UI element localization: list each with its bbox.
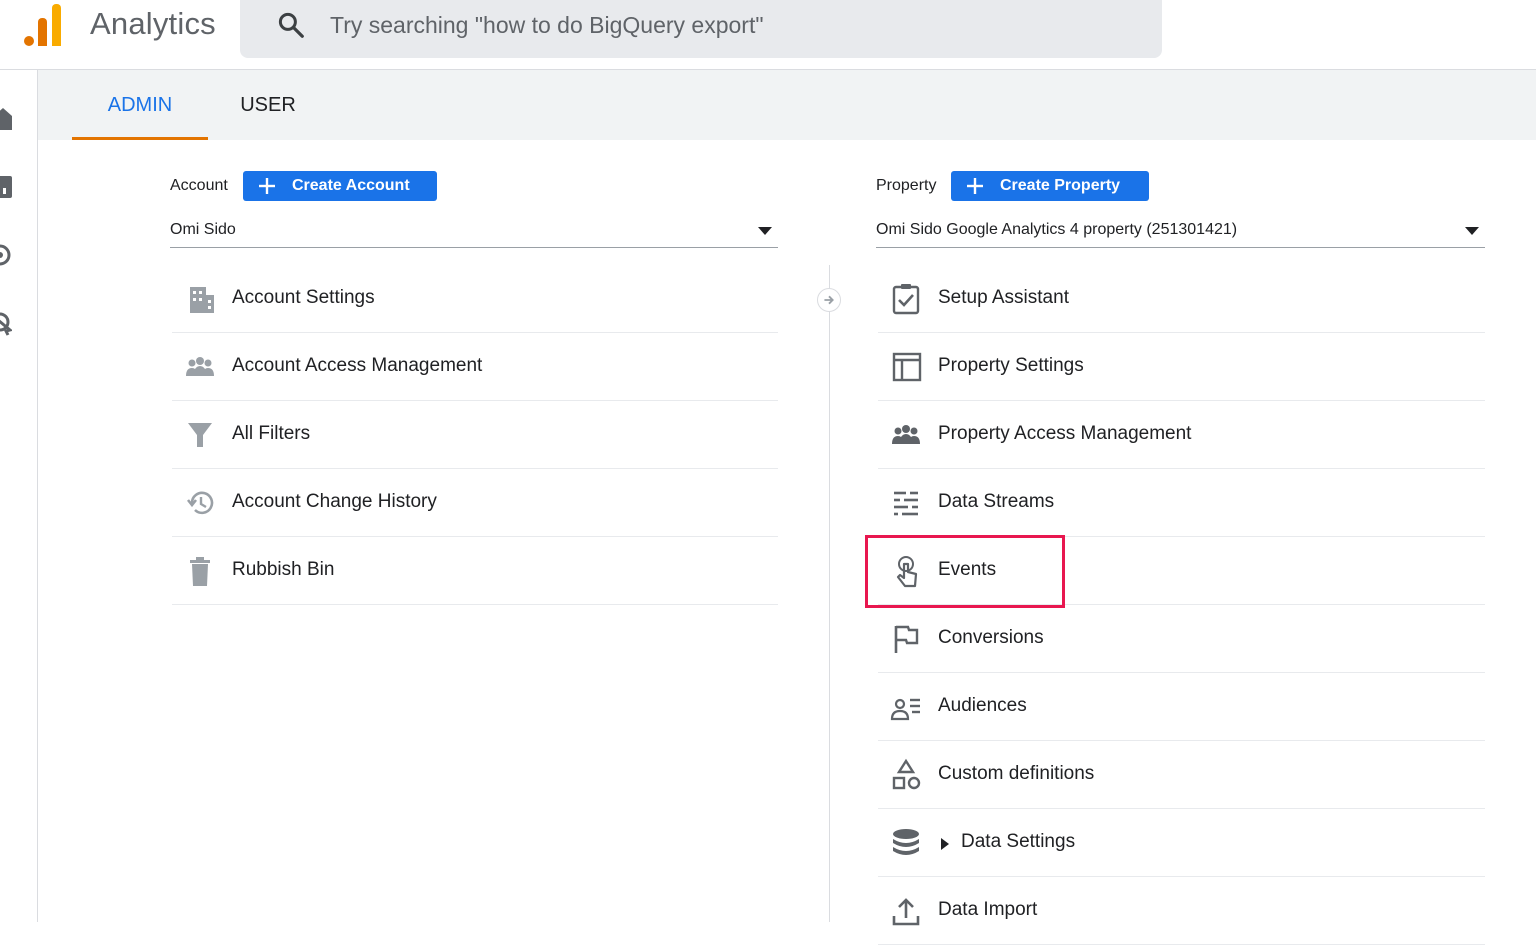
menu-item-label: Audiences [938, 695, 1027, 716]
dropdown-caret-icon [1465, 227, 1479, 235]
reports-icon[interactable] [0, 174, 12, 200]
admin-content: Account Create Account Omi Sido Account … [72, 140, 1536, 945]
checklist-icon [892, 284, 920, 315]
property-selected-value: Omi Sido Google Analytics 4 property (25… [876, 221, 1238, 238]
history-icon [186, 491, 214, 515]
app-title: Analytics [90, 6, 216, 41]
top-bar: Analytics [0, 0, 1536, 70]
touch-icon [896, 556, 918, 588]
create-property-button[interactable]: Create Property [951, 171, 1149, 201]
analytics-logo-icon[interactable] [24, 4, 64, 46]
tab-user[interactable]: USER [228, 70, 308, 140]
building-icon [190, 287, 214, 313]
menu-item-label: Events [938, 559, 997, 580]
menu-item-label: Data Streams [938, 491, 1055, 512]
menu-item-label: Rubbish Bin [232, 559, 335, 580]
people-icon [186, 357, 214, 376]
admin-tabs: ADMIN USER [38, 70, 1536, 140]
menu-item-label: All Filters [232, 423, 311, 444]
custom-definitions-item[interactable]: Custom definitions [878, 741, 1485, 809]
expand-arrow-icon[interactable] [941, 838, 949, 850]
column-divider [829, 265, 830, 922]
advertising-icon[interactable] [0, 310, 12, 336]
menu-item-label: Property Settings [938, 355, 1084, 376]
property-label: Property [876, 177, 937, 194]
plus-icon [967, 178, 983, 194]
menu-item-label: Data Settings [961, 831, 1076, 852]
search-input[interactable] [330, 8, 1130, 42]
property-access-management-item[interactable]: Property Access Management [878, 401, 1485, 469]
left-nav [0, 70, 38, 922]
account-menu: Account Settings Account Access Manageme… [172, 265, 778, 605]
search-icon[interactable] [276, 10, 306, 40]
create-account-button[interactable]: Create Account [243, 171, 437, 201]
menu-item-label: Conversions [938, 627, 1044, 648]
dropdown-caret-icon [758, 227, 772, 235]
audiences-item[interactable]: Audiences [878, 673, 1485, 741]
data-import-item[interactable]: Data Import [878, 877, 1485, 945]
conversions-item[interactable]: Conversions [878, 605, 1485, 673]
plus-icon [259, 178, 275, 194]
window-icon [892, 352, 922, 382]
menu-item-label: Setup Assistant [938, 287, 1069, 308]
trash-icon [190, 557, 210, 586]
rubbish-bin-item[interactable]: Rubbish Bin [172, 537, 778, 605]
search-bar[interactable] [240, 0, 1162, 58]
setup-assistant-item[interactable]: Setup Assistant [878, 265, 1485, 333]
all-filters-item[interactable]: All Filters [172, 401, 778, 469]
property-menu: Setup Assistant Property Settings Proper… [878, 265, 1485, 945]
explore-icon[interactable] [0, 242, 12, 268]
account-label: Account [170, 177, 228, 194]
account-settings-item[interactable]: Account Settings [172, 265, 778, 333]
data-streams-item[interactable]: Data Streams [878, 469, 1485, 537]
menu-item-label: Account Access Management [232, 355, 483, 376]
data-settings-item[interactable]: Data Settings [878, 809, 1485, 877]
property-selector[interactable]: Omi Sido Google Analytics 4 property (25… [876, 212, 1485, 248]
database-icon [893, 829, 919, 855]
account-change-history-item[interactable]: Account Change History [172, 469, 778, 537]
menu-item-label: Data Import [938, 899, 1038, 920]
account-selected-value: Omi Sido [170, 221, 236, 238]
shapes-icon [892, 758, 921, 790]
streams-icon [894, 491, 918, 516]
people-icon [892, 425, 920, 444]
menu-item-label: Custom definitions [938, 763, 1095, 784]
arrow-right-icon [817, 288, 841, 312]
account-selector[interactable]: Omi Sido [170, 212, 778, 248]
create-property-label: Create Property [1000, 177, 1121, 194]
property-settings-item[interactable]: Property Settings [878, 333, 1485, 401]
tab-admin[interactable]: ADMIN [72, 70, 208, 140]
create-account-label: Create Account [292, 177, 410, 194]
account-access-management-item[interactable]: Account Access Management [172, 333, 778, 401]
audience-icon [890, 698, 920, 721]
menu-item-label: Account Settings [232, 287, 375, 308]
menu-item-label: Property Access Management [938, 423, 1192, 444]
home-icon[interactable] [0, 106, 12, 132]
filter-icon [188, 423, 212, 447]
flag-icon [894, 625, 919, 653]
upload-icon [892, 898, 920, 926]
events-item[interactable]: Events [878, 537, 1485, 605]
menu-item-label: Account Change History [232, 491, 437, 512]
